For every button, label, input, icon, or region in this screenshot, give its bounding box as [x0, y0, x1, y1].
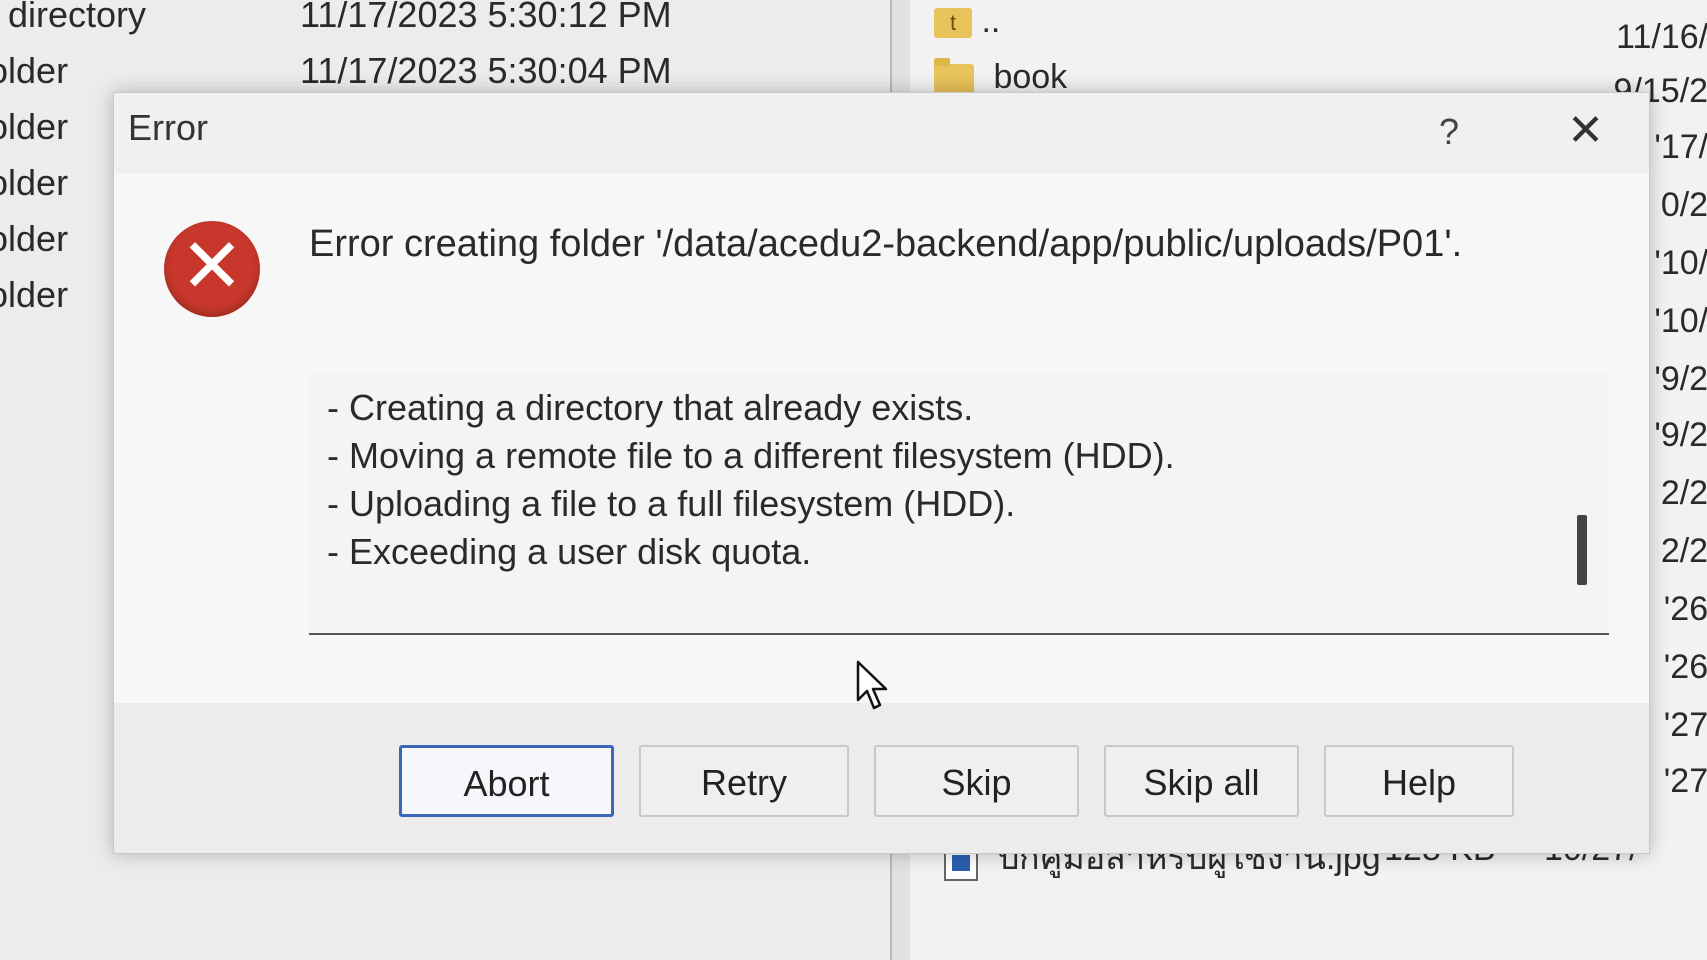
file-date: '27/: — [1663, 706, 1707, 744]
file-date: '10/2 — [1654, 244, 1707, 282]
list-item[interactable]: t directory 11/17/2023 5:30:12 PM — [0, 0, 880, 50]
file-date: '27/: — [1663, 762, 1707, 800]
file-name: older — [0, 50, 69, 91]
dialog-titlebar[interactable]: Error ? ✕ — [114, 93, 1649, 173]
file-name: t directory — [0, 0, 147, 35]
file-date: 2/20 — [1660, 474, 1707, 512]
dialog-title: Error — [128, 107, 208, 148]
parent-folder-icon: t — [934, 8, 972, 39]
close-icon[interactable]: ✕ — [1567, 109, 1604, 153]
file-date: 11/17/2023 5:30:12 PM — [300, 0, 672, 35]
file-date: '9/20 — [1654, 416, 1707, 454]
file-date: '10/2 — [1654, 302, 1707, 340]
detail-line: - Exceeding a user disk quota. — [327, 531, 812, 572]
file-date: 11/16/2 — [1616, 18, 1707, 56]
folder-icon — [934, 58, 974, 95]
detail-line: - Moving a remote file to a different fi… — [327, 435, 1175, 476]
detail-line: - Creating a directory that already exis… — [327, 387, 974, 428]
file-name: older — [0, 106, 69, 147]
file-date: 2/20 — [1660, 532, 1707, 570]
file-date: '26/: — [1663, 648, 1707, 686]
file-date: '26/: — [1663, 590, 1707, 628]
error-details-box[interactable]: - Creating a directory that already exis… — [309, 373, 1609, 635]
file-name: older — [0, 274, 69, 315]
file-date: 11/17/2023 5:30:04 PM — [300, 50, 672, 91]
file-name: older — [0, 218, 69, 259]
help-icon[interactable]: ? — [1439, 111, 1459, 153]
details-scrollbar[interactable] — [1573, 383, 1591, 613]
abort-button[interactable]: Abort — [399, 745, 614, 817]
error-message: Error creating folder '/data/acedu2-back… — [309, 223, 1463, 265]
skip-button[interactable]: Skip — [874, 745, 1079, 817]
error-dialog: Error ? ✕ ✕ Error creating folder '/data… — [113, 92, 1650, 854]
scrollbar-thumb[interactable] — [1577, 515, 1587, 585]
detail-line: - Uploading a file to a full filesystem … — [327, 483, 1016, 524]
file-name: older — [0, 162, 69, 203]
file-name: .. — [981, 2, 1001, 40]
error-icon: ✕ — [164, 221, 260, 317]
mouse-cursor-icon — [856, 660, 888, 710]
skip-all-button[interactable]: Skip all — [1104, 745, 1299, 817]
list-item[interactable]: t .. — [934, 2, 1000, 58]
file-date: '9/20 — [1654, 360, 1707, 398]
help-button[interactable]: Help — [1324, 745, 1514, 817]
file-name: book — [993, 58, 1068, 96]
dialog-button-bar: Abort Retry Skip Skip all Help — [114, 703, 1649, 853]
retry-button[interactable]: Retry — [639, 745, 849, 817]
file-date: '17/2 — [1654, 128, 1707, 166]
file-date: 0/20 — [1660, 186, 1707, 224]
